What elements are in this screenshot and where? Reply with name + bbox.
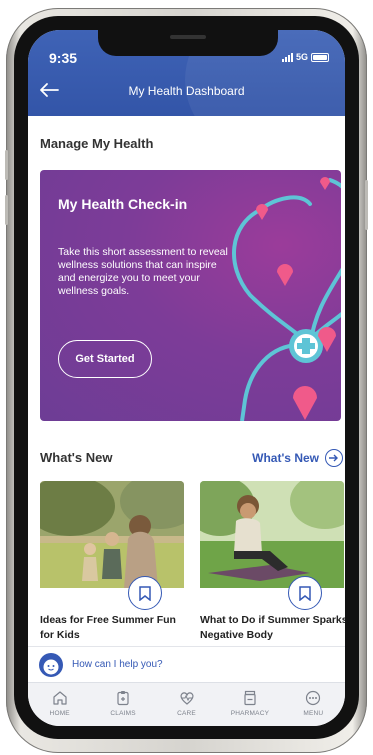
heart-pulse-icon [179, 692, 194, 705]
app-header: 9:35 5G My Health Dashboard [28, 30, 345, 160]
tab-home[interactable]: HOME [28, 683, 91, 726]
bookmark-button[interactable] [288, 576, 322, 610]
checkin-title: My Health Check-in [58, 196, 188, 212]
pharmacy-icon [244, 690, 256, 706]
article-card[interactable]: Ideas for Free Summer Fun for Kids [40, 481, 184, 641]
power-button [365, 180, 368, 230]
bookmark-icon [139, 585, 151, 601]
signal-icon [281, 52, 293, 62]
speaker [170, 35, 206, 39]
assistant-avatar-icon [39, 652, 63, 677]
arrow-right-icon [325, 449, 343, 467]
article-title: Ideas for Free Summer Fun for Kids [40, 614, 176, 641]
tab-label: MENU [303, 710, 324, 717]
status-time: 9:35 [49, 50, 78, 66]
section-title: Manage My Health [40, 136, 154, 151]
page-title: My Health Dashboard [128, 84, 245, 98]
home-icon [53, 691, 67, 705]
article-image [40, 481, 184, 588]
whats-new-link[interactable]: What's New [252, 449, 343, 467]
bookmark-icon [299, 585, 311, 601]
network-label: 5G [295, 52, 308, 62]
tab-label: PHARMACY [230, 710, 270, 717]
screen: 9:35 5G My Health Dashboard Manage My He… [28, 30, 345, 726]
get-started-button[interactable]: Get Started [58, 340, 152, 378]
checkin-description: Take this short assessment to reveal wel… [58, 246, 228, 297]
bookmark-button[interactable] [128, 576, 162, 610]
volume-down-button [5, 195, 8, 225]
notch [98, 30, 278, 56]
tab-label: CARE [177, 710, 196, 717]
main-content: Manage My Health My Health Check-in Take… [28, 116, 345, 646]
tab-label: CLAIMS [110, 710, 136, 717]
tab-claims[interactable]: CLAIMS [91, 683, 154, 726]
whats-new-link-label: What's New [252, 451, 319, 465]
article-title: What to Do if Summer Sparks Negative Bod… [200, 614, 345, 641]
battery-icon [311, 52, 329, 62]
more-icon [306, 690, 321, 706]
tab-pharmacy[interactable]: PHARMACY [218, 683, 281, 726]
tab-care[interactable]: CARE [155, 683, 218, 726]
assistant-prompt: How can I help you? [72, 659, 163, 670]
clipboard-icon [117, 691, 129, 706]
status-indicators: 5G [281, 52, 329, 62]
article-card[interactable]: What to Do if Summer Sparks Negative Bod… [200, 481, 345, 641]
tab-label: HOME [49, 710, 70, 717]
article-image [200, 481, 344, 588]
health-checkin-card[interactable]: My Health Check-in Take this short asses… [40, 170, 341, 421]
volume-up-button [5, 150, 8, 180]
tab-menu[interactable]: MENU [282, 683, 345, 726]
bottom-tab-bar: HOME CLAIMS CARE PHARMACY MENU [28, 682, 345, 726]
whats-new-heading: What's New [40, 450, 113, 465]
assistant-bar[interactable]: How can I help you? [28, 646, 345, 682]
